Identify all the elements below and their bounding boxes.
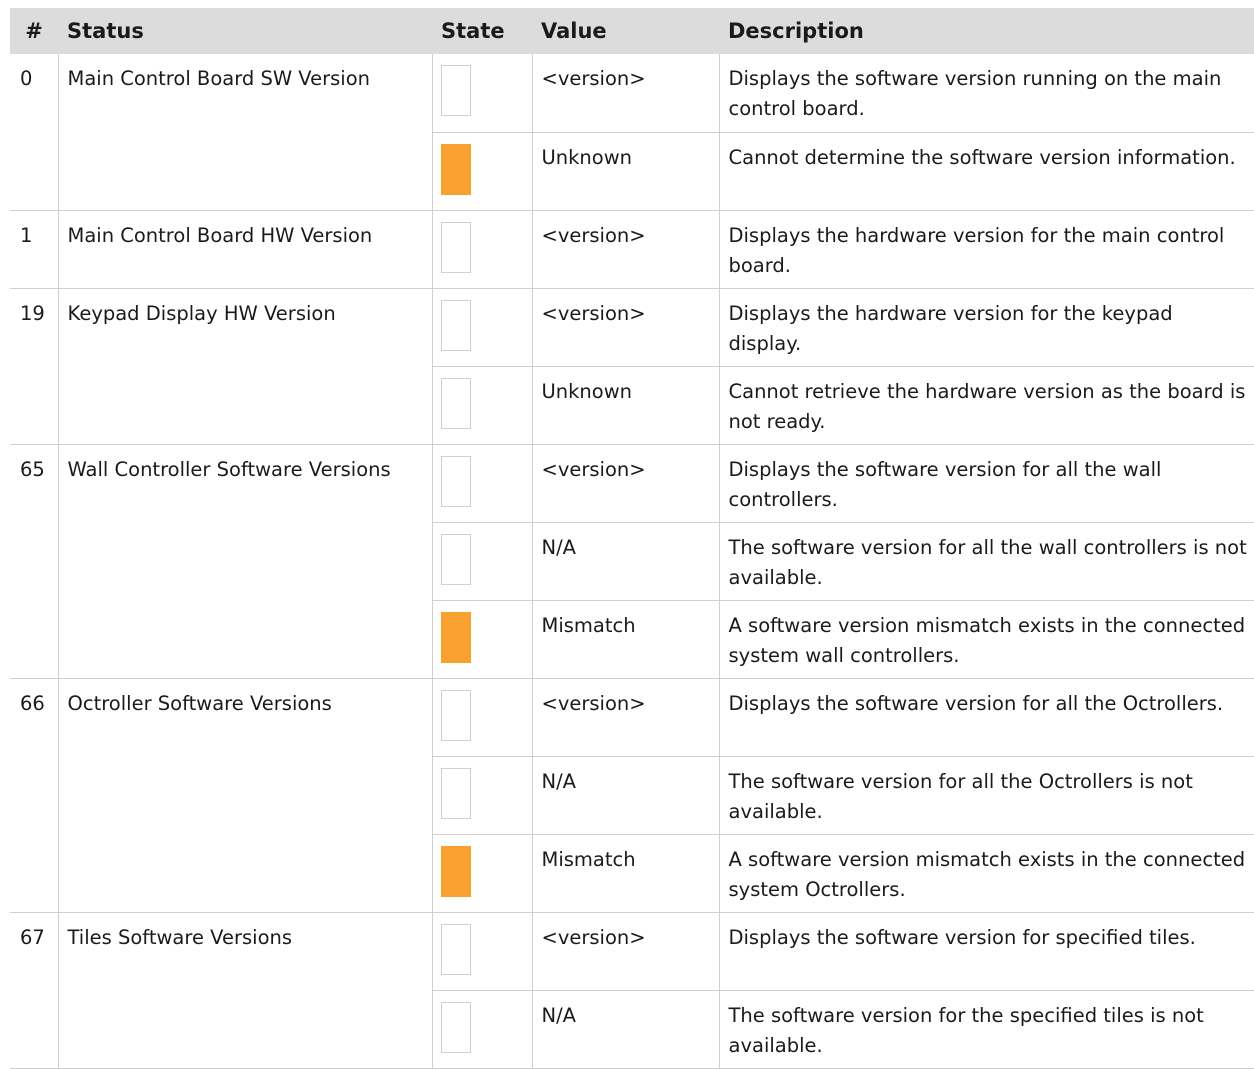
table-row: 0 Main Control Board SW Version <version> D…: [10, 54, 1254, 211]
description-cell: Cannot retrieve the hardware version as …: [719, 366, 1254, 445]
state-cell: [432, 600, 533, 679]
value-cell: Mismatch: [532, 600, 720, 679]
table-row: 1 Main Control Board HW Version <version> D…: [10, 210, 1254, 289]
header-number: #: [10, 8, 58, 54]
state-indicator-none: [440, 768, 471, 819]
state-cell: [432, 912, 533, 991]
value-cell: N/A: [532, 990, 720, 1069]
row-number: 65: [10, 444, 59, 679]
status-name: Keypad Display HW Version: [58, 288, 433, 445]
state-indicator-none: [440, 924, 471, 975]
value-cell: Mismatch: [532, 834, 720, 913]
state-cell: [432, 990, 533, 1069]
row-number: 67: [10, 912, 59, 1069]
table-row: 67 Tiles Software Versions <version> Displa…: [10, 912, 1254, 1069]
state-indicator-none: [440, 534, 471, 585]
description-cell: Displays the hardware version for the ke…: [719, 288, 1254, 367]
state-cell: [432, 54, 533, 133]
table-row: 19 Keypad Display HW Version <version> Disp…: [10, 288, 1254, 445]
status-name: Wall Controller Software Versions: [58, 444, 433, 679]
value-cell: <version>: [532, 210, 720, 289]
description-cell: Displays the software version for all th…: [719, 678, 1254, 757]
row-number: 66: [10, 678, 59, 913]
state-cell: [432, 366, 533, 445]
header-status: Status: [58, 8, 432, 54]
description-cell: A software version mismatch exists in th…: [719, 600, 1254, 679]
state-indicator-none: [440, 690, 471, 741]
value-cell: <version>: [532, 912, 720, 991]
state-cell: [432, 132, 533, 211]
status-table: # Status State Value Description 0 Main C…: [10, 8, 1254, 1069]
state-indicator-none: [440, 222, 471, 273]
state-cell: [432, 210, 533, 289]
description-cell: The software version for the specified t…: [719, 990, 1254, 1069]
status-name: Tiles Software Versions: [58, 912, 433, 1069]
header-description: Description: [719, 8, 1254, 54]
table-row: 66 Octroller Software Versions <version> Di…: [10, 678, 1254, 913]
value-cell: N/A: [532, 522, 720, 601]
state-indicator-warning: [440, 144, 471, 195]
header-value: Value: [532, 8, 719, 54]
description-cell: The software version for all the Octroll…: [719, 756, 1254, 835]
row-number: 1: [10, 210, 59, 289]
value-cell: Unknown: [532, 132, 720, 211]
row-number: 19: [10, 288, 59, 445]
table-body: 0 Main Control Board SW Version <version> D…: [10, 54, 1254, 1069]
state-cell: [432, 288, 533, 367]
description-cell: Displays the software version for specif…: [719, 912, 1254, 991]
value-cell: <version>: [532, 444, 720, 523]
state-cell: [432, 756, 533, 835]
description-cell: Cannot determine the software version in…: [719, 132, 1254, 211]
value-cell: Unknown: [532, 366, 720, 445]
description-cell: Displays the hardware version for the ma…: [719, 210, 1254, 289]
table-header: # Status State Value Description: [10, 8, 1254, 54]
state-indicator-none: [440, 456, 471, 507]
status-name: Main Control Board SW Version: [58, 54, 433, 211]
value-cell: <version>: [532, 54, 720, 133]
value-cell: <version>: [532, 678, 720, 757]
state-cell: [432, 678, 533, 757]
value-cell: <version>: [532, 288, 720, 367]
state-indicator-none: [440, 1002, 471, 1053]
status-name: Octroller Software Versions: [58, 678, 433, 913]
state-indicator-none: [440, 378, 471, 429]
description-cell: The software version for all the wall co…: [719, 522, 1254, 601]
description-cell: A software version mismatch exists in th…: [719, 834, 1254, 913]
state-indicator-none: [440, 65, 471, 116]
row-number: 0: [10, 54, 59, 211]
description-cell: Displays the software version for all th…: [719, 444, 1254, 523]
state-indicator-none: [440, 300, 471, 351]
header-state: State: [432, 8, 532, 54]
description-cell: Displays the software version running on…: [719, 54, 1254, 133]
state-cell: [432, 834, 533, 913]
state-indicator-warning: [440, 846, 471, 897]
state-indicator-warning: [440, 612, 471, 663]
table-row: 65 Wall Controller Software Versions <vers…: [10, 444, 1254, 679]
state-cell: [432, 522, 533, 601]
value-cell: N/A: [532, 756, 720, 835]
status-name: Main Control Board HW Version: [58, 210, 433, 289]
state-cell: [432, 444, 533, 523]
